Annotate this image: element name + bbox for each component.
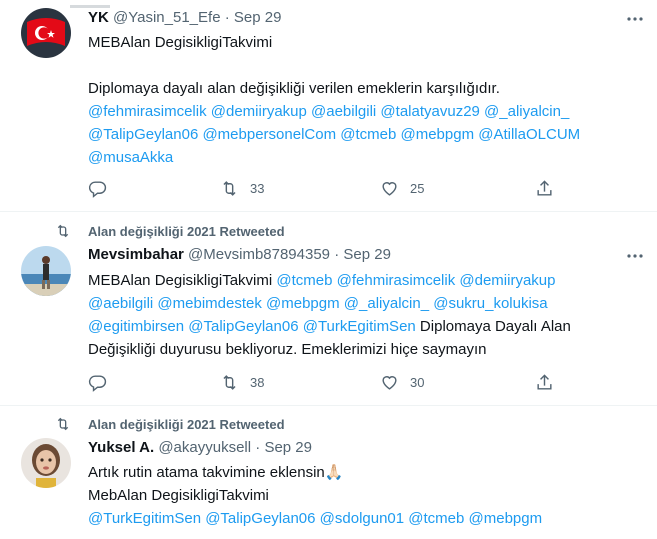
retweet-count: 38 bbox=[250, 374, 265, 390]
heart-icon bbox=[382, 181, 397, 196]
retweet-icon bbox=[223, 180, 236, 196]
mention-link[interactable]: @TurkEgitimSen @TalipGeylan06 @sdolgun01… bbox=[88, 510, 542, 527]
retweet-icon bbox=[57, 224, 69, 238]
user-handle[interactable]: @akayyuksell bbox=[158, 439, 251, 456]
mention-link[interactable]: @TalipGeylan06 @mebpersonelCom @tcmeb @m… bbox=[88, 126, 580, 143]
reply-button[interactable] bbox=[88, 178, 107, 198]
user-handle[interactable]: @Yasin_51_Efe bbox=[113, 9, 221, 26]
user-handle[interactable]: @Mevsimb87894359 bbox=[188, 246, 330, 263]
tweet-text-line: @aebilgili @mebimdestek @mebpgm @_aliyal… bbox=[88, 292, 633, 315]
retweet-icon bbox=[57, 417, 69, 431]
like-button[interactable]: 25 bbox=[380, 178, 424, 198]
share-button[interactable] bbox=[535, 178, 554, 198]
tweet-text-line: @TalipGeylan06 @mebpersonelCom @tcmeb @m… bbox=[88, 123, 633, 146]
tweet-actions: 38 30 bbox=[88, 372, 558, 392]
tweet[interactable]: Alan değişikliği 2021 Retweeted Mevsimba… bbox=[0, 212, 657, 404]
retweeted-by[interactable]: Alan değişikliği 2021 Retweeted bbox=[55, 415, 285, 433]
separator: · bbox=[334, 246, 340, 263]
mention-link[interactable]: @tcmeb @fehmirasimcelik @demiiryakup bbox=[276, 272, 555, 289]
tweet-text-line: MEBAlan DegisikligiTakvimi @tcmeb @fehmi… bbox=[88, 269, 633, 292]
avatar[interactable] bbox=[21, 246, 71, 296]
tweet-text-segment: MEBAlan DegisikligiTakvimi bbox=[88, 34, 273, 51]
display-name[interactable]: YK bbox=[88, 9, 109, 26]
tweet-date[interactable]: Sep 29 bbox=[343, 246, 391, 263]
reply-icon bbox=[88, 374, 107, 392]
tweet-text-line bbox=[88, 54, 633, 77]
more-options-icon[interactable] bbox=[625, 246, 645, 266]
like-count: 30 bbox=[410, 374, 425, 390]
tweet-text-segment: MEBAlan DegisikligiTakvimi bbox=[88, 272, 277, 289]
tweet-text-segment: Değişikliği duyurusu bekliyoruz. Emekler… bbox=[88, 341, 487, 358]
tweet-header: Yuksel A. @akayyuksell · Sep 29 bbox=[88, 438, 312, 458]
tweet-text-segment: Artık rutin atama takvimine eklensin🙏🏻 bbox=[88, 464, 344, 481]
avatar[interactable] bbox=[21, 8, 71, 58]
mention-link[interactable]: @fehmirasimcelik @demiiryakup @aebilgili… bbox=[88, 103, 569, 120]
retweet-button[interactable]: 33 bbox=[220, 178, 264, 198]
tweet-text-segment: Diplomaya dayalı alan değişikliği verile… bbox=[88, 80, 500, 97]
share-button[interactable] bbox=[535, 372, 554, 392]
tweet-text-line: Değişikliği duyurusu bekliyoruz. Emekler… bbox=[88, 338, 633, 361]
tweet-text: MEBAlan DegisikligiTakvimi @tcmeb @fehmi… bbox=[88, 269, 633, 361]
tweet-text-line: MEBAlan DegisikligiTakvimi bbox=[88, 31, 633, 54]
share-icon bbox=[537, 373, 552, 390]
reply-button[interactable] bbox=[88, 372, 107, 392]
mention-link[interactable]: @aebilgili @mebimdestek @mebpgm @_aliyal… bbox=[88, 295, 548, 312]
tweet-text-line: MebAlan DegisikligiTakvimi bbox=[88, 484, 633, 507]
tweet-date[interactable]: Sep 29 bbox=[264, 439, 312, 456]
tweet-text-segment: MebAlan DegisikligiTakvimi bbox=[88, 487, 269, 504]
tweet[interactable]: Alan değişikliği 2021 Retweeted Yuksel A… bbox=[0, 406, 657, 539]
tweet-text: Artık rutin atama takvimine eklensin🙏🏻 Me… bbox=[88, 461, 633, 530]
retweeted-by[interactable]: Alan değişikliği 2021 Retweeted bbox=[55, 222, 285, 240]
tweet[interactable]: YK @Yasin_51_Efe · Sep 29 MEBAlan Degisi… bbox=[0, 0, 657, 210]
tweet-text-line: @egitimbirsen @TalipGeylan06 @TurkEgitim… bbox=[88, 315, 633, 338]
tweet-actions: 33 25 bbox=[88, 178, 558, 198]
tweet-text-line: @TurkEgitimSen @TalipGeylan06 @sdolgun01… bbox=[88, 507, 633, 530]
mention-link[interactable]: @egitimbirsen @TalipGeylan06 @TurkEgitim… bbox=[88, 318, 416, 335]
tweet-header: Mevsimbahar @Mevsimb87894359 · Sep 29 bbox=[88, 245, 391, 265]
tweet-text-line: @fehmirasimcelik @demiiryakup @aebilgili… bbox=[88, 100, 633, 123]
display-name[interactable]: Mevsimbahar bbox=[88, 246, 184, 263]
tweet-text-line: Artık rutin atama takvimine eklensin🙏🏻 bbox=[88, 461, 633, 484]
share-icon bbox=[537, 179, 552, 196]
heart-icon bbox=[382, 375, 397, 390]
tweet-text-segment: Diplomaya Dayalı Alan bbox=[415, 318, 571, 335]
separator: · bbox=[255, 439, 261, 456]
retweeted-by-label: Alan değişikliği 2021 Retweeted bbox=[88, 223, 285, 239]
like-button[interactable]: 30 bbox=[380, 372, 424, 392]
retweet-icon bbox=[223, 374, 236, 390]
like-count: 25 bbox=[410, 180, 425, 196]
display-name[interactable]: Yuksel A. bbox=[88, 439, 154, 456]
tweet-text-line: @musaAkka bbox=[88, 146, 633, 169]
reply-icon bbox=[88, 180, 107, 198]
tweet-text: MEBAlan DegisikligiTakvimi Diplomaya day… bbox=[88, 31, 633, 169]
tweet-date[interactable]: Sep 29 bbox=[234, 9, 282, 26]
more-options-icon[interactable] bbox=[625, 9, 645, 29]
separator: · bbox=[224, 9, 230, 26]
tweet-text-line: Diplomaya dayalı alan değişikliği verile… bbox=[88, 77, 633, 100]
avatar[interactable] bbox=[21, 438, 71, 488]
tweet-header: YK @Yasin_51_Efe · Sep 29 bbox=[88, 8, 281, 28]
mention-link[interactable]: @musaAkka bbox=[88, 149, 173, 166]
retweet-count: 33 bbox=[250, 180, 265, 196]
retweeted-by-label: Alan değişikliği 2021 Retweeted bbox=[88, 416, 285, 432]
retweet-button[interactable]: 38 bbox=[220, 372, 264, 392]
